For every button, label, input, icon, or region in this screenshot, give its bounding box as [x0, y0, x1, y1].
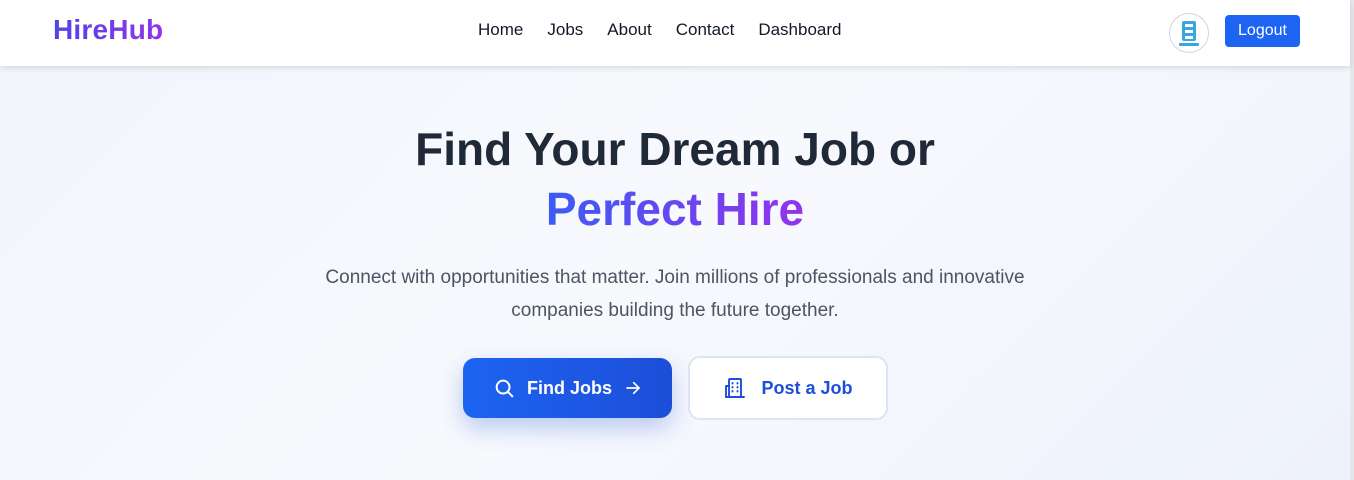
- logout-button[interactable]: Logout: [1225, 15, 1300, 47]
- arrow-right-icon: [624, 379, 642, 397]
- search-icon: [493, 377, 515, 399]
- nav-link-home[interactable]: Home: [478, 20, 523, 40]
- hero-subtitle: Connect with opportunities that matter. …: [275, 261, 1075, 327]
- navbar: HireHub Home Jobs About Contact Dashboar…: [0, 0, 1350, 66]
- scrollbar[interactable]: [1350, 0, 1354, 480]
- nav-link-about[interactable]: About: [607, 20, 651, 40]
- hero-accent-text: Perfect Hire: [545, 183, 805, 235]
- hero-subtitle-line2: companies building the future together.: [511, 300, 839, 321]
- hero-title: Find Your Dream Job or: [415, 123, 935, 175]
- find-jobs-label: Find Jobs: [527, 377, 612, 398]
- post-job-label: Post a Job: [761, 377, 853, 398]
- find-jobs-button[interactable]: Find Jobs: [463, 358, 672, 418]
- avatar[interactable]: [1169, 13, 1209, 53]
- nav-link-contact[interactable]: Contact: [676, 20, 735, 40]
- nav-link-dashboard[interactable]: Dashboard: [758, 20, 841, 40]
- brand-logo[interactable]: HireHub: [53, 14, 163, 46]
- main-nav: Home Jobs About Contact Dashboard: [478, 20, 841, 40]
- post-job-button[interactable]: Post a Job: [688, 356, 888, 420]
- hero-subtitle-line1: Connect with opportunities that matter. …: [325, 267, 1025, 288]
- avatar-logo-icon: [1172, 16, 1206, 50]
- hero-accent-title: Perfect Hire: [0, 180, 1350, 238]
- nav-link-jobs[interactable]: Jobs: [547, 20, 583, 40]
- building-icon: [723, 376, 747, 400]
